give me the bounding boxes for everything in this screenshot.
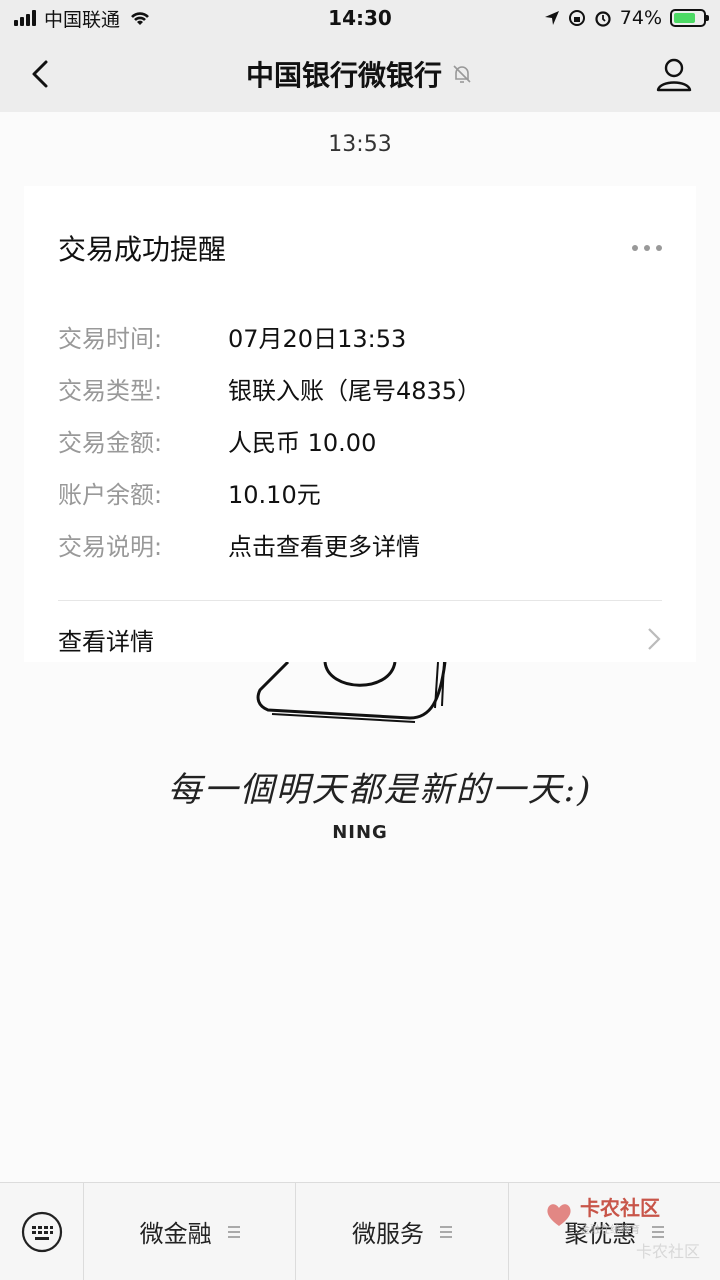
tab-juyouhui[interactable]: 聚优惠 <box>509 1183 720 1280</box>
row-value: 银联入账（尾号4835） <box>228 376 482 405</box>
keyboard-toggle[interactable] <box>0 1183 84 1280</box>
tab-label: 聚优惠 <box>564 1220 637 1248</box>
tab-weifuwu[interactable]: 微服务 <box>296 1183 509 1280</box>
row-value: 10.10元 <box>228 480 321 509</box>
keyboard-icon <box>21 1211 62 1252</box>
bell-muted-icon <box>453 65 471 83</box>
tab-label: 微服务 <box>351 1220 424 1248</box>
battery-icon <box>670 9 709 27</box>
row-label: 交易说明: <box>58 532 163 561</box>
chevron-left-icon[interactable] <box>22 54 62 94</box>
menu-lines-icon <box>439 1225 452 1238</box>
page-title-text: 中国银行微银行 <box>245 59 442 92</box>
carrier-label: 中国联通 <box>44 8 121 31</box>
nav-bar: 中国银行微银行 <box>0 36 720 112</box>
signal-icon <box>14 10 36 26</box>
illustration-signature: NING <box>332 822 388 843</box>
tab-weijinrong[interactable]: 微金融 <box>84 1183 297 1280</box>
alarm-icon <box>595 11 611 27</box>
row-value: 07月20日13:53 <box>228 324 407 353</box>
user-icon[interactable] <box>654 54 694 94</box>
battery-percent: 74% <box>619 7 662 29</box>
more-options-icon[interactable] <box>632 245 662 251</box>
chevron-right-icon <box>648 628 661 650</box>
detail-row: 账户余额: 10.10元 <box>58 466 662 518</box>
row-value: 点击查看更多详情 <box>228 532 420 561</box>
location-icon <box>544 11 559 25</box>
bottom-menu-bar: 微金融 微服务 聚优惠 <box>0 1182 720 1280</box>
transaction-card[interactable]: 交易成功提醒 交易时间: 07月20日13:53 交易类型: 银联入账（尾号48… <box>24 186 696 662</box>
illustration-caption: 每一個明天都是新的一天:) <box>167 770 593 810</box>
card-title: 交易成功提醒 <box>58 233 227 266</box>
row-value: 人民币 10.00 <box>228 428 377 457</box>
detail-row: 交易类型: 银联入账（尾号4835） <box>58 362 662 414</box>
row-label: 账户余额: <box>58 480 163 509</box>
page-title: 中国银行微银行 <box>246 54 474 94</box>
detail-row: 交易金额: 人民币 10.00 <box>58 414 662 466</box>
message-timestamp: 13:53 <box>328 132 392 157</box>
menu-lines-icon <box>652 1225 665 1238</box>
row-label: 交易类型: <box>58 376 163 405</box>
wifi-icon <box>131 12 149 25</box>
view-details-label: 查看详情 <box>58 627 154 656</box>
detail-row: 交易说明: 点击查看更多详情 <box>58 518 662 570</box>
tab-label: 微金融 <box>139 1220 212 1248</box>
orientation-lock-icon <box>568 10 585 26</box>
menu-lines-icon <box>227 1225 240 1238</box>
status-bar: 中国联通 14:30 74% <box>0 0 720 36</box>
detail-row: 交易时间: 07月20日13:53 <box>58 310 662 362</box>
row-label: 交易时间: <box>58 324 163 353</box>
row-label: 交易金额: <box>58 428 163 457</box>
